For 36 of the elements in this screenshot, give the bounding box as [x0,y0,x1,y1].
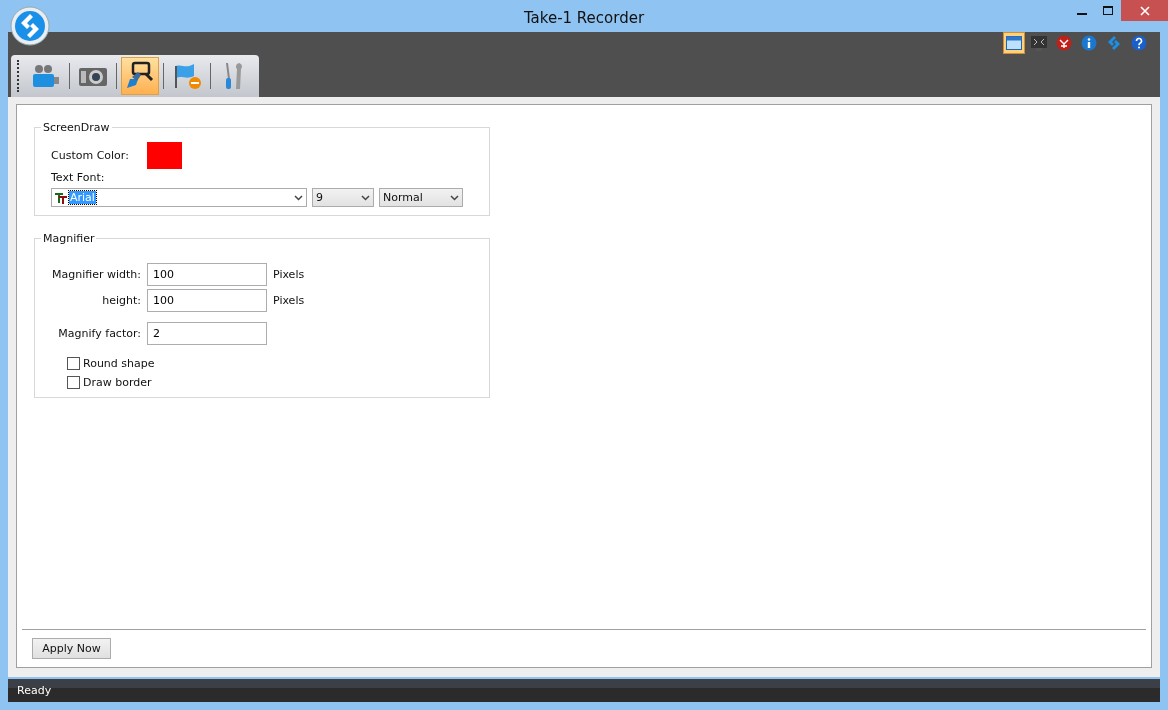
logo-icon [1106,35,1122,51]
field-label: height: [101,294,141,307]
apply-now-button[interactable]: Apply Now [32,638,111,659]
checkbox-option[interactable]: Round shape [67,357,155,370]
fullscreen-icon [1031,35,1047,51]
window-icon [1006,36,1022,50]
field-label: Custom Color: [51,149,129,162]
field-label: Magnify factor: [57,327,141,340]
field-label: Magnifier width: [51,268,141,281]
info-icon [1081,35,1097,51]
group-title: ScreenDraw [42,121,111,134]
minimize-icon [1077,13,1087,15]
unit-label: Pixels [273,268,305,281]
maximize-icon [1103,6,1113,15]
group-title: Magnifier [42,232,96,245]
checkbox-option[interactable]: Draw border [67,376,152,389]
number-field[interactable]: 100 [147,289,267,312]
font-icon [55,191,67,204]
number-field[interactable]: 100 [147,263,267,286]
close-icon [1139,5,1150,16]
tool-button[interactable] [121,57,159,95]
checkbox[interactable] [67,376,80,389]
number-field[interactable]: 2 [147,322,267,345]
status-text: Ready [17,684,52,697]
checkbox[interactable] [67,357,80,370]
color-swatch[interactable] [146,142,182,169]
window-title: Take-1 Recorder [523,9,645,27]
unit-label: Pixels [273,294,305,307]
field-label: Text Font: [51,171,105,184]
help-icon [1131,35,1147,51]
size-dropdown[interactable]: 9 [312,188,374,207]
toolbar-icon-button[interactable] [1003,32,1025,54]
style-dropdown[interactable]: Normal [379,188,463,207]
flag-icon [172,62,202,90]
font-name: Arial [69,191,96,204]
video-camera-icon [31,63,61,89]
